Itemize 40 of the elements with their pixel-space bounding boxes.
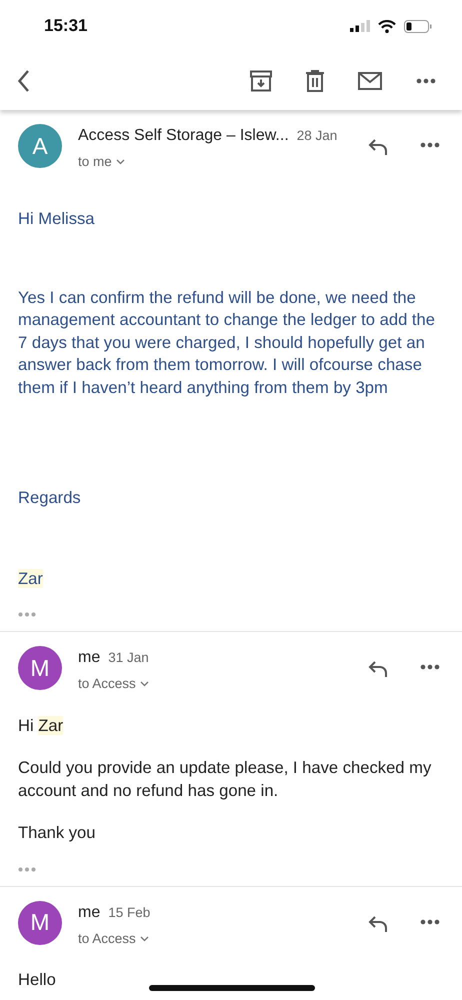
- message-text: Hi Melissa: [18, 208, 95, 230]
- message-text: Could you provide an update please, I have checked my account and no refund has gone in.: [18, 757, 432, 802]
- chevron-down-icon: [140, 936, 149, 942]
- battery-icon: [404, 20, 432, 32]
- wifi-icon: [378, 20, 396, 32]
- avatar: M: [18, 646, 62, 690]
- archive-icon: [250, 70, 272, 92]
- more-icon: [416, 78, 436, 84]
- sender-name: me: [78, 902, 100, 922]
- message-text: Regards: [18, 487, 81, 510]
- trash-icon: [306, 70, 324, 92]
- chevron-down-icon: [116, 159, 125, 166]
- more-icon: [18, 612, 36, 618]
- recipient-toggle[interactable]: to Access: [78, 928, 149, 949]
- recipient-toggle[interactable]: to me: [78, 152, 125, 172]
- mail-icon: [358, 72, 382, 90]
- message-text: Thank you: [18, 822, 96, 844]
- message-text: Hi Zar: [18, 714, 64, 736]
- sender-name: Access Self Storage – Islew...: [78, 126, 289, 146]
- reply-icon: [368, 660, 388, 678]
- reply-icon: [368, 914, 388, 932]
- avatar: A: [18, 124, 62, 168]
- message-date: 28 Jan: [296, 127, 338, 145]
- message-date: 31 Jan: [108, 649, 149, 668]
- status-time: 15:31: [44, 15, 88, 38]
- reply-icon: [368, 138, 388, 156]
- message-text: Yes I can confirm the refund will be done, we need the management accountant to change the ledger to add the 7 days that you were charged, I should hopefully get an answer back from them tomorrow. I will ofcourse chase them if I haven’t heard anything from them by 3pm: [18, 286, 436, 399]
- sender-name: me: [78, 648, 100, 668]
- more-icon: [420, 918, 440, 924]
- more-icon: [420, 664, 440, 670]
- recipient-toggle[interactable]: to Access: [78, 674, 149, 694]
- signal-icon: [350, 20, 370, 32]
- more-icon: [18, 866, 36, 872]
- message-text: Zar: [18, 568, 43, 590]
- message-date: 15 Feb: [108, 904, 150, 922]
- message-text: Hello: [18, 968, 56, 991]
- back-icon: [18, 70, 30, 92]
- more-icon: [420, 142, 440, 148]
- avatar: M: [18, 900, 62, 944]
- chevron-down-icon: [140, 681, 149, 688]
